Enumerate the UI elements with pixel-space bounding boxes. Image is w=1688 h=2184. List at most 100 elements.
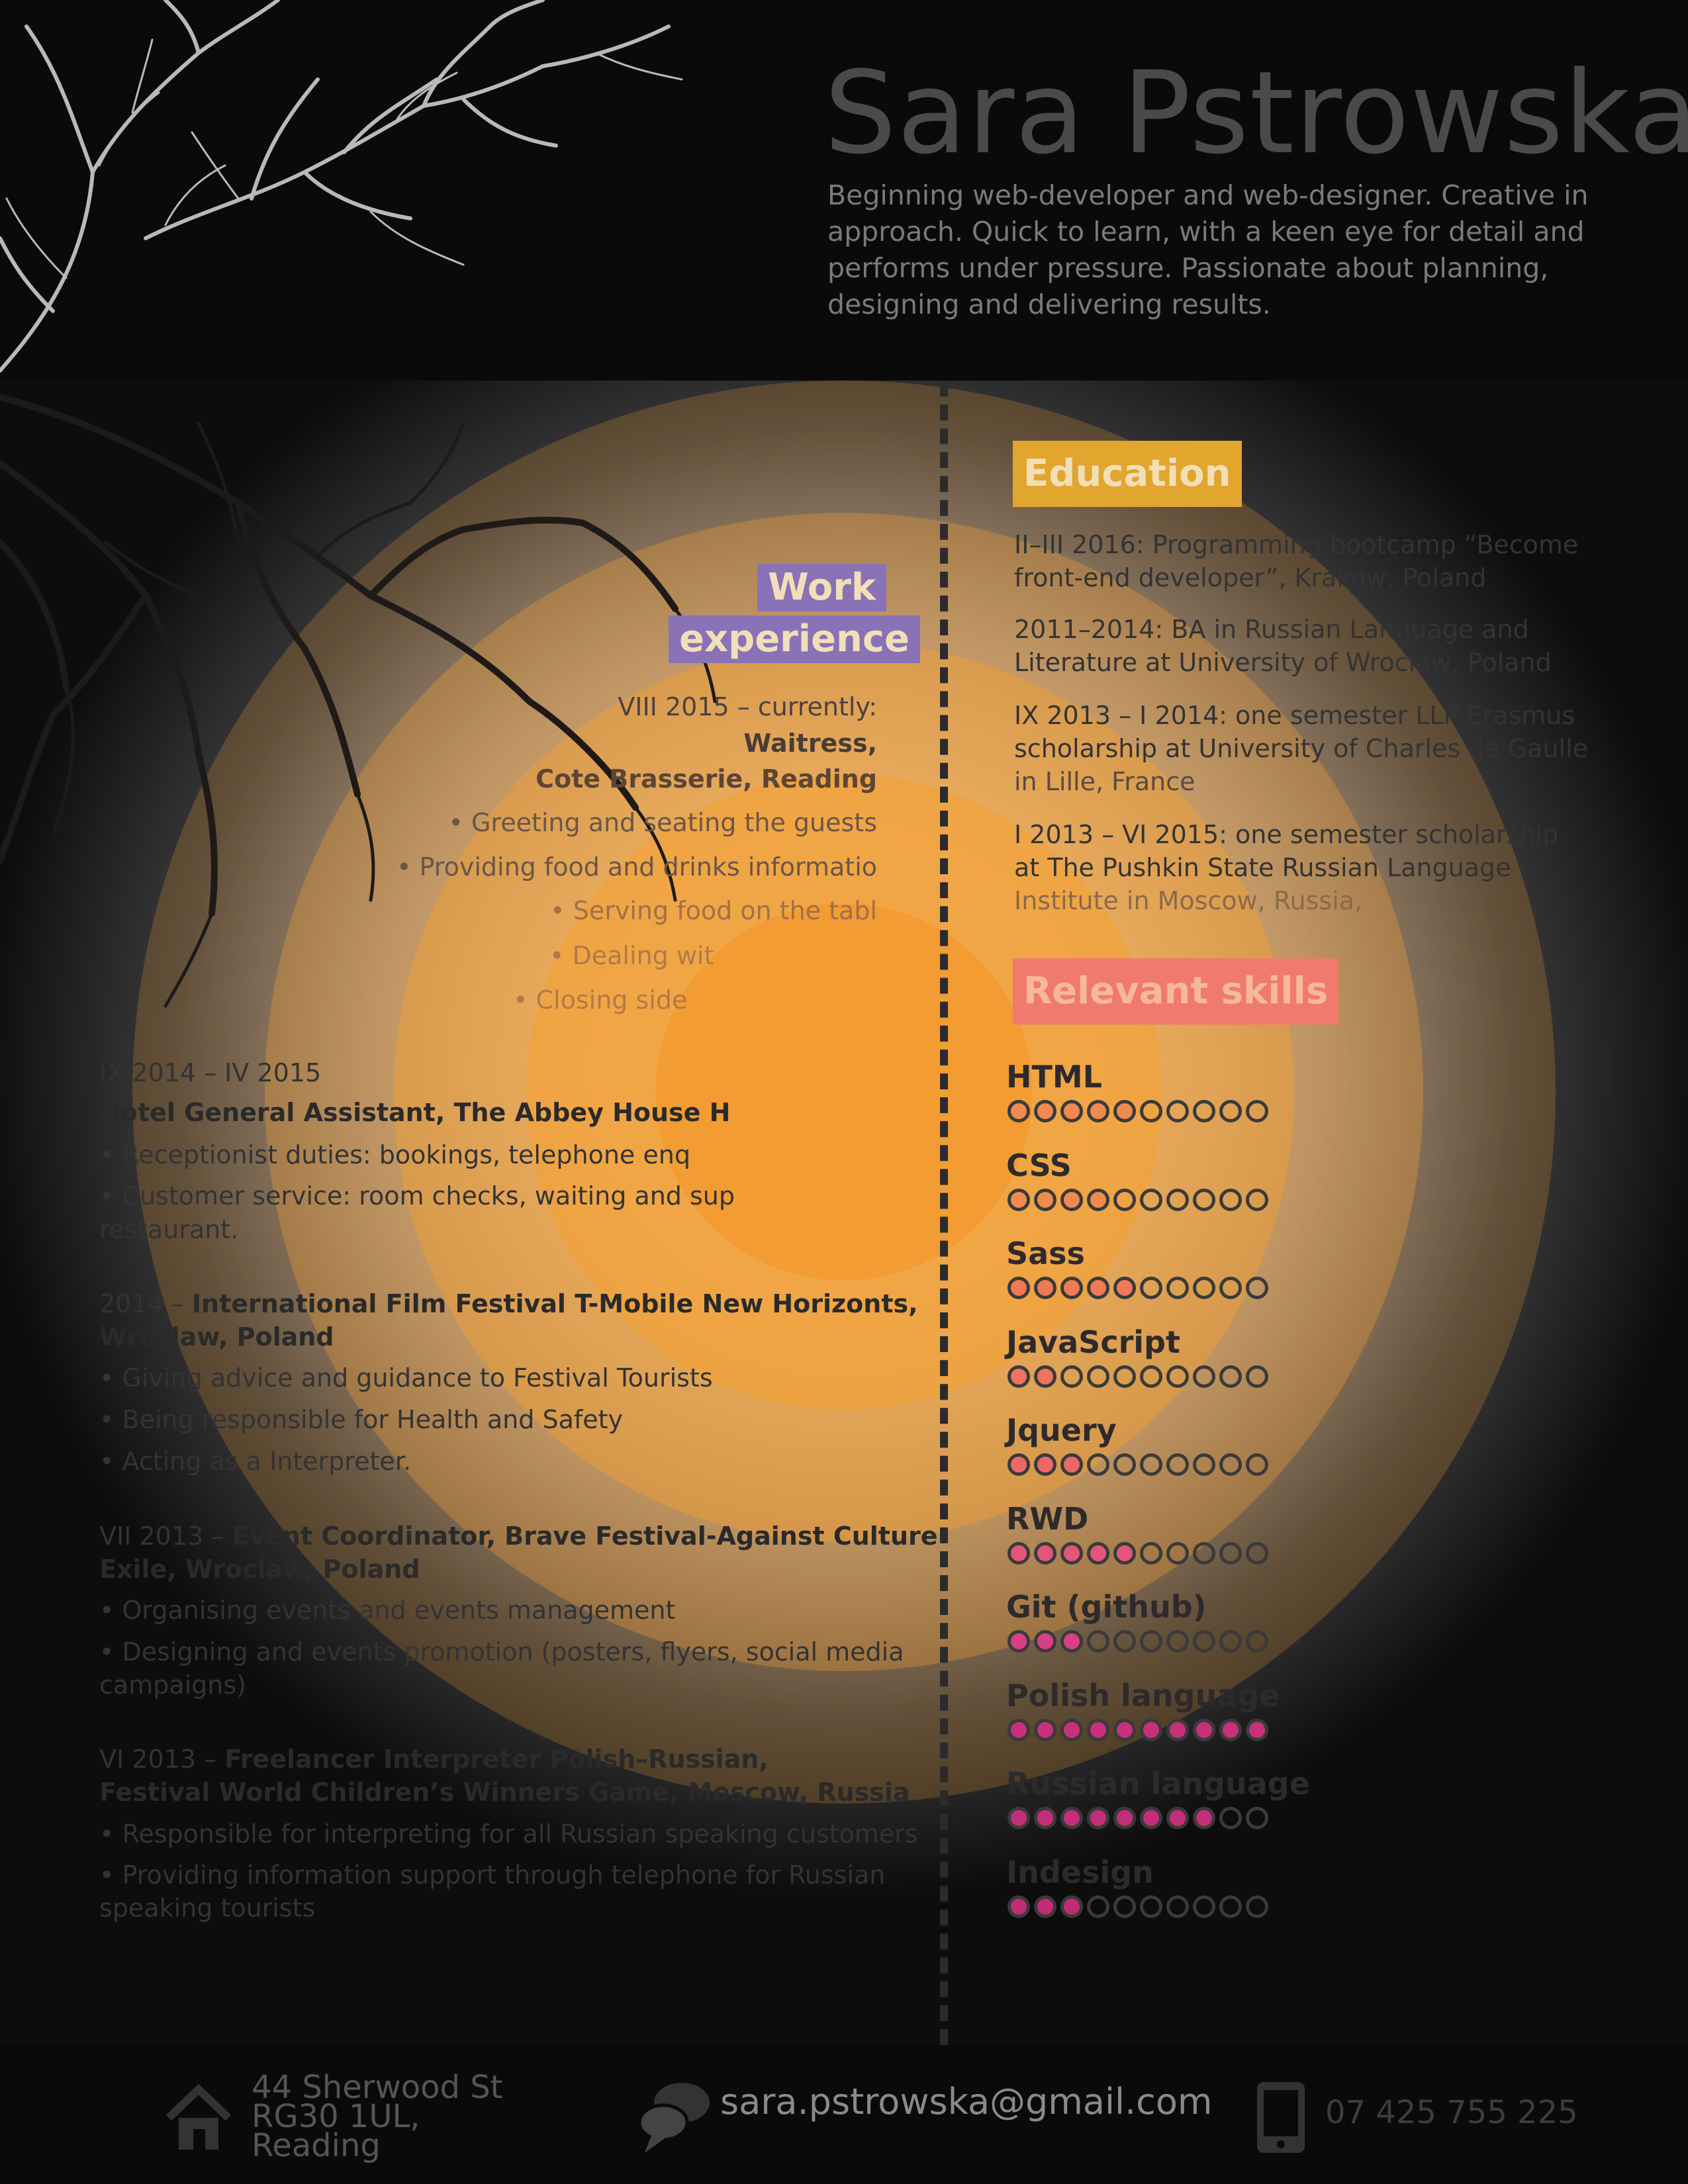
rating-dot-empty bbox=[1219, 1807, 1242, 1829]
rating-dot-empty bbox=[1193, 1542, 1215, 1565]
rating-dot-filled bbox=[1087, 1189, 1109, 1211]
resume-page: Sara Pstrowska Beginning web-developer a… bbox=[0, 0, 1688, 2184]
rating-dot-filled bbox=[1140, 1719, 1162, 1741]
skill-label: JavaScript bbox=[1006, 1324, 1180, 1360]
skill-rating bbox=[1008, 1189, 1268, 1211]
skill-label: Sass bbox=[1006, 1236, 1085, 1271]
rating-dot-empty bbox=[1113, 1365, 1136, 1388]
rating-dot-filled bbox=[1034, 1189, 1056, 1211]
job-3-heading-b: Wroclaw, Poland bbox=[99, 1322, 334, 1351]
skill-rating bbox=[1008, 1895, 1268, 1918]
rating-dot-empty bbox=[1166, 1189, 1189, 1211]
work-title-line2: experience bbox=[669, 615, 921, 663]
job-2-heading: Hotel General Assistant, The Abbey House… bbox=[99, 1098, 731, 1127]
rating-dot-filled bbox=[1246, 1719, 1268, 1741]
job-5-date: VI 2013 – bbox=[99, 1745, 225, 1774]
rating-dot-empty bbox=[1140, 1895, 1162, 1918]
job-5-heading-b: Festival World Children’s Winners Game, … bbox=[99, 1778, 910, 1807]
rating-dot-empty bbox=[1246, 1365, 1268, 1388]
skill-label: Russian language bbox=[1006, 1766, 1310, 1801]
job-4-bullet: campaigns) bbox=[99, 1670, 246, 1700]
rating-dot-filled bbox=[1193, 1807, 1215, 1829]
skill-rating bbox=[1008, 1453, 1268, 1476]
rating-dot-empty bbox=[1193, 1189, 1215, 1211]
rating-dot-empty bbox=[1246, 1189, 1268, 1211]
rating-dot-filled bbox=[1060, 1100, 1083, 1122]
rating-dot-filled bbox=[1060, 1189, 1083, 1211]
rating-dot-filled bbox=[1060, 1807, 1083, 1829]
education-item: 2011–2014: BA in Russian Language and bbox=[1014, 615, 1529, 644]
job-5-bullet: speaking tourists bbox=[99, 1893, 316, 1923]
rating-dot-empty bbox=[1193, 1453, 1215, 1476]
rating-dot-filled bbox=[1008, 1189, 1030, 1211]
rating-dot-filled bbox=[1008, 1630, 1030, 1653]
job-1-role: Waitress, bbox=[743, 729, 877, 758]
rating-dot-empty bbox=[1166, 1100, 1189, 1122]
rating-dot-empty bbox=[1246, 1895, 1268, 1918]
education-item: at The Pushkin State Russian Language bbox=[1014, 853, 1511, 882]
rating-dot-filled bbox=[1193, 1719, 1215, 1741]
rating-dot-filled bbox=[1113, 1807, 1136, 1829]
address-line: Reading bbox=[252, 2127, 381, 2164]
education-item: Literature at University of Wroclaw, Pol… bbox=[1014, 648, 1552, 677]
rating-dot-filled bbox=[1008, 1100, 1030, 1122]
rating-dot-empty bbox=[1246, 1542, 1268, 1565]
education-item: I 2013 – VI 2015: one semester scholarsh… bbox=[1014, 820, 1559, 849]
skill-rating bbox=[1008, 1807, 1268, 1829]
rating-dot-filled bbox=[1113, 1277, 1136, 1299]
email-link[interactable]: sara.pstrowska@gmail.com bbox=[720, 2084, 1213, 2120]
rating-dot-filled bbox=[1060, 1277, 1083, 1299]
rating-dot-filled bbox=[1034, 1365, 1056, 1388]
rating-dot-empty bbox=[1087, 1453, 1109, 1476]
job-5-bullet: • Responsible for interpreting for all R… bbox=[99, 1819, 918, 1848]
rating-dot-empty bbox=[1246, 1453, 1268, 1476]
skill-label: HTML bbox=[1006, 1059, 1102, 1095]
skill-rating bbox=[1008, 1542, 1268, 1565]
rating-dot-empty bbox=[1193, 1895, 1215, 1918]
rating-dot-filled bbox=[1034, 1719, 1056, 1741]
phone-icon bbox=[1257, 2082, 1305, 2153]
job-4-date: VII 2013 – bbox=[99, 1522, 232, 1551]
rating-dot-empty bbox=[1219, 1100, 1242, 1122]
job-1-bullet: • Serving food on the tabl bbox=[550, 896, 877, 925]
rating-dot-filled bbox=[1087, 1807, 1109, 1829]
job-3-bullet: • Being responsible for Health and Safet… bbox=[99, 1405, 624, 1434]
rating-dot-empty bbox=[1060, 1365, 1083, 1388]
job-1-bullet: • Dealing wit bbox=[549, 941, 714, 970]
education-item: front-end developer”, Krakow, Poland bbox=[1014, 563, 1487, 592]
rating-dot-empty bbox=[1113, 1895, 1136, 1918]
rating-dot-empty bbox=[1087, 1895, 1109, 1918]
education-item: Institute in Moscow, Russia, bbox=[1014, 886, 1363, 915]
rating-dot-filled bbox=[1140, 1807, 1162, 1829]
skill-label: RWD bbox=[1006, 1501, 1089, 1537]
rating-dot-empty bbox=[1166, 1542, 1189, 1565]
skill-label: Indesign bbox=[1006, 1854, 1154, 1890]
rating-dot-empty bbox=[1140, 1277, 1162, 1299]
rating-dot-empty bbox=[1166, 1895, 1189, 1918]
rating-dot-filled bbox=[1060, 1719, 1083, 1741]
job-1-place: Cote Brasserie, Reading bbox=[536, 764, 877, 794]
job-5-heading: VI 2013 – Freelancer Interpreter Polish–… bbox=[99, 1743, 769, 1776]
rating-dot-filled bbox=[1008, 1277, 1030, 1299]
job-4-bullet: • Designing and events promotion (poster… bbox=[99, 1637, 904, 1666]
rating-dot-empty bbox=[1219, 1542, 1242, 1565]
rating-dot-empty bbox=[1193, 1630, 1215, 1653]
rating-dot-empty bbox=[1140, 1365, 1162, 1388]
job-1-bullet: • Greeting and seating the guests bbox=[448, 808, 877, 837]
skill-rating bbox=[1008, 1365, 1268, 1388]
rating-dot-empty bbox=[1193, 1100, 1215, 1122]
education-item: scholarship at University of Charles de … bbox=[1014, 734, 1589, 763]
skill-rating bbox=[1008, 1100, 1268, 1122]
rating-dot-empty bbox=[1219, 1895, 1242, 1918]
phone-number[interactable]: 07 425 755 225 bbox=[1325, 2095, 1578, 2130]
job-1-date: VIII 2015 – currently: bbox=[618, 692, 877, 721]
rating-dot-filled bbox=[1034, 1453, 1056, 1476]
rating-dot-filled bbox=[1219, 1719, 1242, 1741]
rating-dot-empty bbox=[1087, 1365, 1109, 1388]
rating-dot-filled bbox=[1113, 1542, 1136, 1565]
job-4-heading-a: Event Coordinator, Brave Festival-Agains… bbox=[232, 1522, 938, 1551]
rating-dot-filled bbox=[1008, 1365, 1030, 1388]
column-divider bbox=[940, 381, 948, 2045]
rating-dot-empty bbox=[1166, 1630, 1189, 1653]
rating-dot-filled bbox=[1166, 1807, 1189, 1829]
